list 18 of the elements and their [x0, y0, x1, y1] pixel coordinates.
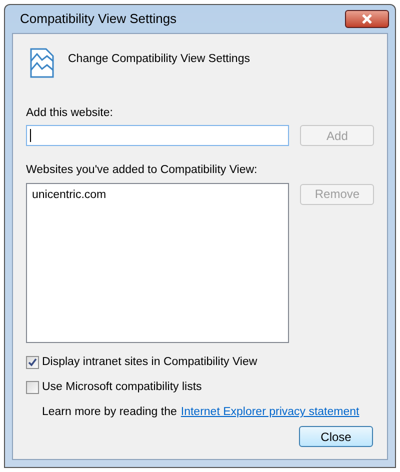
checkbox-label: Display intranet sites in Compatibility View: [42, 354, 258, 370]
website-field[interactable]: [26, 125, 290, 146]
header-title: Change Compatibility View Settings: [68, 52, 250, 67]
close-dialog-button[interactable]: Close: [299, 426, 373, 447]
close-icon: [361, 14, 373, 24]
checkbox-label: Use Microsoft compatibility lists: [42, 380, 202, 395]
document-icon: [30, 48, 54, 78]
privacy-text: Learn more by reading the: [42, 405, 177, 420]
checkbox[interactable]: [26, 380, 39, 394]
privacy-link[interactable]: Internet Explorer privacy statement: [180, 404, 360, 422]
close-button[interactable]: [345, 10, 389, 28]
check-icon: [28, 358, 37, 367]
checkbox[interactable]: [26, 356, 39, 369]
text-cursor: [30, 129, 31, 142]
list-label: Websites you've added to Compatibility View:: [26, 163, 258, 178]
website-item[interactable]: unicentric.com: [32, 186, 284, 204]
window-title: Compatibility View Settings: [19, 10, 177, 28]
field-label: Add this website:: [26, 106, 114, 121]
